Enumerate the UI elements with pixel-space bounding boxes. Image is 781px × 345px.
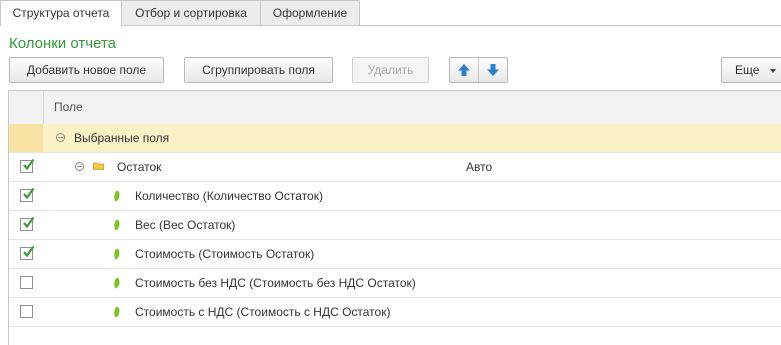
folder-icon [93, 162, 104, 170]
row-check-cell [9, 298, 43, 326]
field-icon [114, 190, 120, 202]
row-check-cell [9, 124, 43, 152]
field-icon [114, 306, 120, 318]
delete-button[interactable]: Удалить [352, 57, 429, 83]
move-up-button[interactable] [450, 58, 479, 82]
collapse-icon[interactable] [56, 133, 65, 142]
move-buttons-group [449, 57, 508, 83]
add-field-button[interactable]: Добавить новое поле [9, 57, 164, 83]
column-header-field: Поле [54, 100, 83, 114]
row-checkbox[interactable] [20, 305, 33, 318]
row-checkbox[interactable] [20, 216, 35, 231]
table-row-selected-fields[interactable]: Выбранные поля [9, 124, 781, 153]
row-check-cell [9, 182, 43, 210]
move-down-button[interactable] [479, 58, 507, 82]
more-button[interactable]: Еще [721, 57, 781, 83]
section-title: Колонки отчета [9, 35, 116, 52]
field-label: Вес (Вес Остаток) [135, 218, 236, 232]
row-checkbox[interactable] [20, 276, 33, 289]
field-label: Стоимость (Стоимость Остаток) [135, 247, 315, 261]
checkmark-icon [23, 245, 35, 258]
field-icon [114, 219, 120, 231]
tab-bar: Структура отчета Отбор и сортировка Офор… [0, 0, 781, 26]
checkmark-icon [23, 216, 35, 229]
row-check-cell [9, 240, 43, 268]
more-button-label: Еще [735, 63, 760, 77]
tab-appearance[interactable]: Оформление [260, 0, 360, 25]
arrow-up-icon [458, 64, 470, 76]
row-check-cell [9, 153, 43, 181]
group-label: Выбранные поля [74, 131, 170, 145]
field-label: Стоимость с НДС (Стоимость с НДС Остаток… [135, 305, 391, 319]
table-row[interactable]: Вес (Вес Остаток) [9, 211, 781, 240]
tab-filter-and-sort[interactable]: Отбор и сортировка [121, 0, 261, 25]
group-fields-button[interactable]: Сгруппировать поля [184, 57, 333, 83]
row-checkbox[interactable] [20, 158, 35, 173]
table-row[interactable]: Стоимость без НДС (Стоимость без НДС Ост… [9, 269, 781, 298]
field-label: Количество (Количество Остаток) [135, 189, 323, 203]
collapse-icon[interactable] [75, 162, 84, 171]
row-check-cell [9, 211, 43, 239]
checkmark-icon [23, 158, 35, 171]
header-separator [43, 91, 44, 124]
folder-label: Остаток [117, 160, 162, 174]
dropdown-caret-icon [770, 69, 776, 73]
arrow-down-icon [487, 64, 499, 76]
folder-value: Авто [466, 160, 493, 174]
checkmark-icon [23, 187, 35, 200]
row-checkbox[interactable] [20, 187, 35, 202]
table-row-balance[interactable]: Остаток Авто [9, 153, 781, 182]
table-row[interactable]: Стоимость (Стоимость Остаток) [9, 240, 781, 269]
field-icon [114, 277, 120, 289]
table-header: Поле [9, 91, 781, 125]
row-check-cell [9, 269, 43, 297]
field-icon [114, 248, 120, 260]
table-row[interactable]: Стоимость с НДС (Стоимость с НДС Остаток… [9, 298, 781, 327]
field-label: Стоимость без НДС (Стоимость без НДС Ост… [135, 276, 416, 290]
tab-report-structure[interactable]: Структура отчета [0, 0, 122, 26]
report-columns-table: Поле Выбранные поля Остаток Авто Количес… [8, 90, 781, 345]
row-checkbox[interactable] [20, 245, 35, 260]
table-row[interactable]: Количество (Количество Остаток) [9, 182, 781, 211]
